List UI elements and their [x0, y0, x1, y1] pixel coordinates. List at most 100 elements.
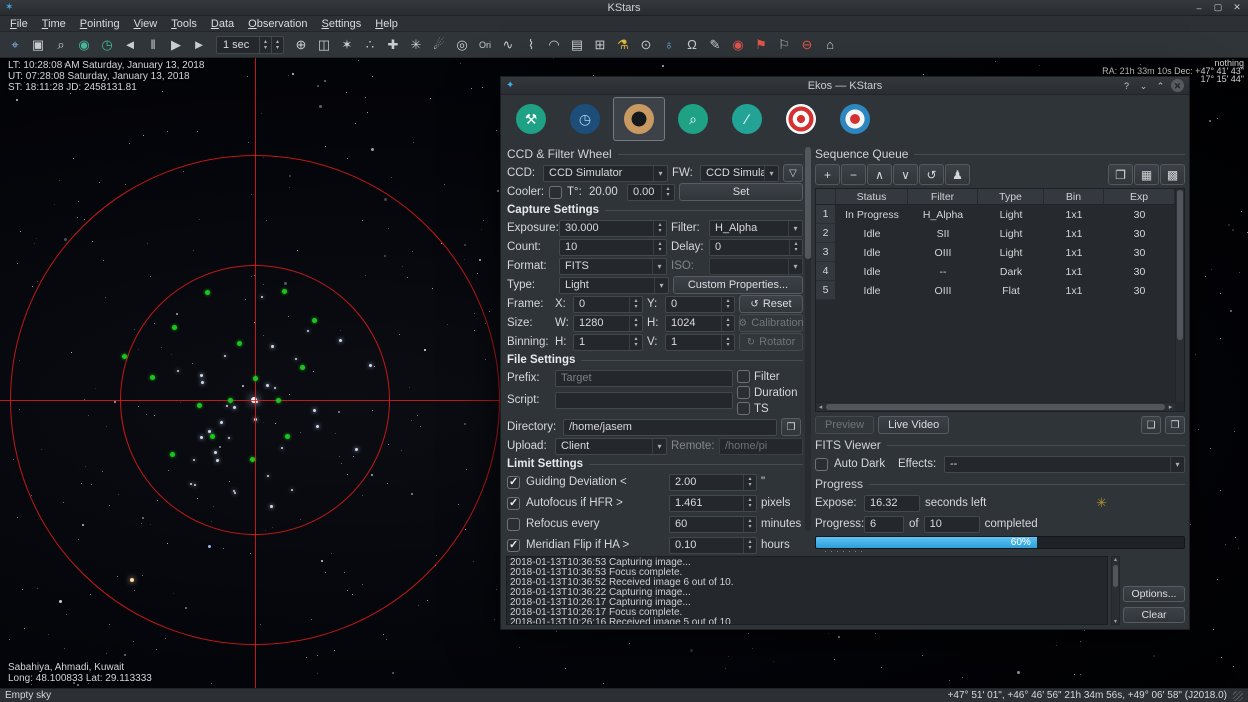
table-row[interactable]: 1 In Progress H_Alpha Light 1x1 30: [816, 205, 1175, 224]
star-clusters-icon[interactable]: ∴: [359, 34, 381, 56]
filter-select[interactable]: H_Alpha: [709, 220, 803, 237]
directory-input[interactable]: /home/jasem: [563, 419, 777, 436]
fits-multi-window-button[interactable]: ❒: [1165, 416, 1185, 434]
constellation-art-icon[interactable]: ∿: [497, 34, 519, 56]
setup-tab[interactable]: ⚒: [505, 97, 557, 141]
limit-checkbox[interactable]: [507, 497, 520, 510]
scheduler-tab[interactable]: ◷: [559, 97, 611, 141]
table-row[interactable]: 2 Idle SII Light 1x1 30: [816, 224, 1175, 243]
reset-queue-button[interactable]: ↺: [919, 164, 944, 185]
time-step-back-icon[interactable]: ◄: [119, 34, 141, 56]
log-scrollbar[interactable]: [1111, 556, 1120, 625]
prefix-input[interactable]: Target: [555, 370, 733, 387]
table-horizontal-scrollbar[interactable]: [816, 402, 1175, 411]
asteroids-icon[interactable]: ✳: [405, 34, 427, 56]
sky-paint-icon[interactable]: ✎: [704, 34, 726, 56]
ekos-titlebar[interactable]: ✦ Ekos — KStars ? ⌄ ⌃ ✕: [501, 77, 1189, 95]
scrollbar-handle[interactable]: [805, 147, 811, 259]
limit-checkbox[interactable]: [507, 518, 520, 531]
column-header[interactable]: Type: [978, 189, 1044, 205]
table-row[interactable]: 3 Idle OIII Light 1x1 30: [816, 243, 1175, 262]
table-row[interactable]: 5 Idle OIII Flat 1x1 30: [816, 281, 1175, 300]
telescope-control-icon[interactable]: ◉: [727, 34, 749, 56]
column-header[interactable]: Bin: [1044, 189, 1104, 205]
size-h-spinbox[interactable]: 1024: [665, 315, 735, 332]
menu-item[interactable]: File: [3, 18, 35, 30]
align-tab[interactable]: [829, 97, 881, 141]
script-input[interactable]: [555, 392, 733, 409]
binning-h-spinbox[interactable]: 1: [573, 334, 643, 351]
menu-item[interactable]: Help: [368, 18, 405, 30]
type-select[interactable]: Light: [559, 277, 669, 294]
flag-icon[interactable]: ⚐: [773, 34, 795, 56]
filter-settings-button[interactable]: ▽: [783, 164, 803, 182]
comets-icon[interactable]: ☄: [428, 34, 450, 56]
limit-spinbox[interactable]: 2.00: [669, 474, 757, 491]
menu-item[interactable]: Observation: [241, 18, 314, 30]
menu-item[interactable]: View: [127, 18, 165, 30]
sequence-table[interactable]: StatusFilterTypeBinExp 1 In Progress H_A…: [815, 188, 1185, 412]
set-time-icon[interactable]: ◷: [96, 34, 118, 56]
frame-y-spinbox[interactable]: 0: [665, 296, 735, 313]
splitter-handle[interactable]: ·······: [501, 547, 1189, 555]
column-header[interactable]: Filter: [908, 189, 978, 205]
eyepiece-view-icon[interactable]: ⊙: [635, 34, 657, 56]
custom-properties-button[interactable]: Custom Properties...: [673, 276, 803, 294]
count-spinbox[interactable]: 10: [559, 239, 667, 256]
close-icon[interactable]: ✕: [1231, 2, 1243, 13]
set-temperature-button[interactable]: Set: [679, 183, 803, 201]
temperature-spinbox[interactable]: 0.00: [627, 184, 675, 201]
frame-x-spinbox[interactable]: 0: [573, 296, 643, 313]
planets-icon[interactable]: ◎: [451, 34, 473, 56]
horizon-icon[interactable]: ▤: [566, 34, 588, 56]
scrollbar-handle[interactable]: [826, 404, 1165, 410]
size-w-spinbox[interactable]: 1280: [573, 315, 643, 332]
calibration-flask-icon[interactable]: ⚗: [612, 34, 634, 56]
geographic-location-icon[interactable]: ◉: [73, 34, 95, 56]
location-info-box[interactable]: Sabahiya, Ahmadi, KuwaitLong: 48.100833 …: [8, 662, 152, 684]
resize-grip[interactable]: [1233, 691, 1243, 701]
globe-coordinates-icon[interactable]: ♁: [658, 34, 680, 56]
mount-tab[interactable]: ∕: [721, 97, 773, 141]
lock-position-icon[interactable]: Ω: [681, 34, 703, 56]
save-queue-button[interactable]: ▦: [1134, 164, 1159, 185]
equatorial-grid-icon[interactable]: ⊕: [290, 34, 312, 56]
chevron-down-icon[interactable]: ⌄: [1137, 79, 1150, 92]
clear-button[interactable]: Clear: [1123, 607, 1185, 623]
remove-trail-icon[interactable]: ⊖: [796, 34, 818, 56]
folder-icon[interactable]: ❐: [781, 418, 801, 436]
time-start-icon[interactable]: ▶: [165, 34, 187, 56]
observer-button[interactable]: ♟: [945, 164, 970, 185]
time-info-box[interactable]: LT: 10:28:08 AM Saturday, January 13, 20…: [8, 60, 204, 93]
exposure-spinbox[interactable]: 30.000: [559, 220, 667, 237]
time-step-spinbox[interactable]: 1 sec: [216, 36, 284, 54]
help-icon[interactable]: ?: [1120, 79, 1133, 92]
auto-dark-checkbox[interactable]: [815, 458, 828, 471]
column-header[interactable]: Status: [836, 189, 908, 205]
binning-v-spinbox[interactable]: 1: [665, 334, 735, 351]
limit-spinbox[interactable]: 60: [669, 516, 757, 533]
move-job-up-button[interactable]: ∧: [867, 164, 892, 185]
focus-tab[interactable]: ⌕: [667, 97, 719, 141]
scrollbar-handle[interactable]: [1113, 565, 1118, 587]
menu-item[interactable]: Data: [204, 18, 241, 30]
time-step-forward-icon[interactable]: ►: [188, 34, 210, 56]
fov-edit-icon[interactable]: ▣: [27, 34, 49, 56]
red-flag-icon[interactable]: ⚑: [750, 34, 772, 56]
menu-item[interactable]: Pointing: [73, 18, 127, 30]
find-object-icon[interactable]: ⌕: [50, 34, 72, 56]
menu-item[interactable]: Tools: [164, 18, 204, 30]
table-vertical-scrollbar[interactable]: [1175, 189, 1184, 402]
prefix-ts-checkbox[interactable]: [737, 402, 750, 415]
remove-job-button[interactable]: −: [841, 164, 866, 185]
format-select[interactable]: FITS: [559, 258, 667, 275]
milky-way-icon[interactable]: ◠: [543, 34, 565, 56]
constellation-names-icon[interactable]: Ori: [474, 34, 496, 56]
chevron-up-icon[interactable]: ⌃: [1154, 79, 1167, 92]
snap-tool-icon[interactable]: ⌖: [4, 34, 26, 56]
capture-tab[interactable]: [613, 97, 665, 141]
live-video-button[interactable]: Live Video: [878, 416, 949, 434]
cooler-checkbox[interactable]: [549, 186, 562, 199]
close-icon[interactable]: ✕: [1171, 79, 1184, 92]
reset-frame-button[interactable]: ↺ Reset: [739, 295, 803, 313]
